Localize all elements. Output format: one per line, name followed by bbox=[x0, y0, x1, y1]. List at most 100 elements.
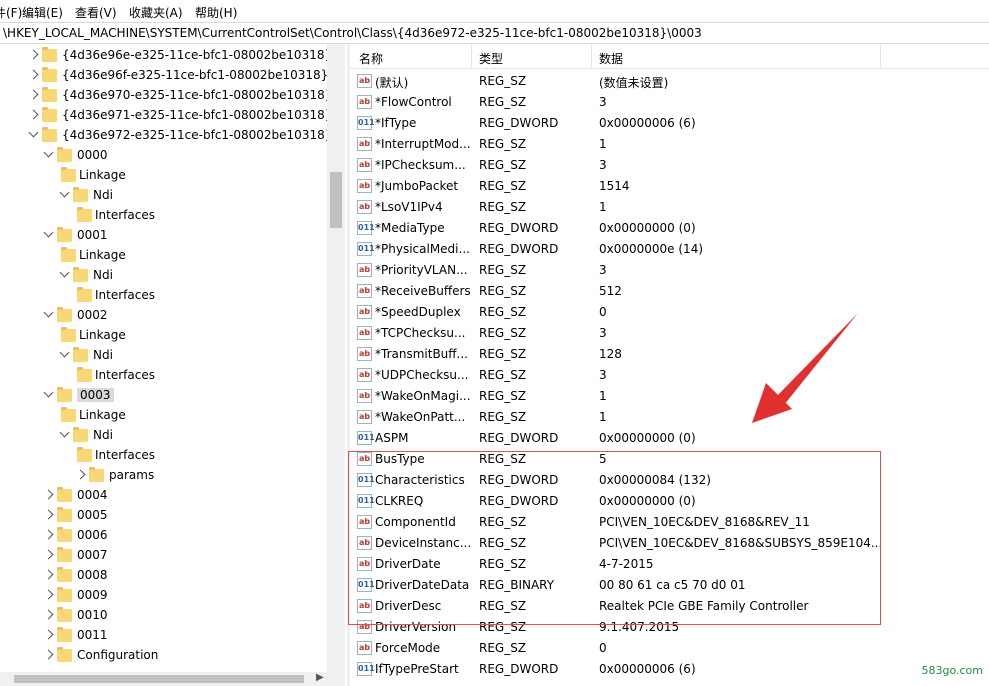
tree-node-label: 0007 bbox=[77, 548, 108, 562]
value-row[interactable]: ab *InterruptMod... REG_SZ 1 bbox=[350, 134, 989, 155]
value-row[interactable]: ab *PriorityVLAN... REG_SZ 3 bbox=[350, 260, 989, 281]
menu-help[interactable]: 帮助(H) bbox=[195, 4, 237, 21]
chevron-down-icon[interactable] bbox=[43, 227, 54, 238]
value-row[interactable]: ab *JumboPacket REG_SZ 1514 bbox=[350, 176, 989, 197]
value-row[interactable]: 011 *PhysicalMedi... REG_DWORD 0x0000000e (… bbox=[350, 239, 989, 260]
chevron-down-icon[interactable] bbox=[59, 187, 70, 198]
chevron-right-icon[interactable] bbox=[43, 549, 54, 560]
folder-icon bbox=[57, 567, 72, 582]
chevron-right-icon[interactable] bbox=[43, 629, 54, 640]
string-value-icon: ab bbox=[357, 305, 372, 319]
value-type: REG_SZ bbox=[479, 641, 527, 655]
menu-view[interactable]: 查看(V) bbox=[75, 4, 117, 21]
value-row[interactable]: 011 CLKREQ REG_DWORD 0x00000000 (0) bbox=[350, 491, 989, 512]
string-value-icon: ab bbox=[357, 179, 372, 193]
chevron-down-icon[interactable] bbox=[59, 427, 70, 438]
folder-icon bbox=[57, 307, 72, 322]
value-row[interactable]: ab *TCPChecksu... REG_SZ 3 bbox=[350, 323, 989, 344]
value-row[interactable]: ab *LsoV1IPv4 REG_SZ 1 bbox=[350, 197, 989, 218]
chevron-right-icon[interactable] bbox=[28, 69, 39, 80]
values-list: 名称 类型 数据 ab (默认) REG_SZ (数值未设置) ab *FlowContr… bbox=[350, 44, 989, 686]
scrollbar-thumb[interactable] bbox=[14, 675, 304, 683]
value-data: PCI\VEN_10EC&DEV_8168&SUBSYS_859E104... bbox=[599, 536, 883, 550]
folder-icon bbox=[42, 127, 57, 142]
chevron-right-icon[interactable] bbox=[43, 649, 54, 660]
value-name: *MediaType bbox=[375, 221, 445, 235]
value-row[interactable]: ab *FlowControl REG_SZ 3 bbox=[350, 92, 989, 113]
value-type: REG_SZ bbox=[479, 200, 527, 214]
chevron-right-icon[interactable] bbox=[43, 589, 54, 600]
value-row[interactable]: ab *ReceiveBuffers REG_SZ 512 bbox=[350, 281, 989, 302]
value-row[interactable]: ab *IPChecksum... REG_SZ 3 bbox=[350, 155, 989, 176]
value-row[interactable]: ab *WakeOnPatt... REG_SZ 1 bbox=[350, 407, 989, 428]
value-row[interactable]: ab DriverDate REG_SZ 4-7-2015 bbox=[350, 554, 989, 575]
menu-favorites[interactable]: 收藏夹(A) bbox=[129, 4, 183, 21]
string-value-icon: ab bbox=[357, 200, 372, 214]
chevron-right-icon[interactable] bbox=[28, 49, 39, 60]
chevron-down-icon[interactable] bbox=[43, 307, 54, 318]
value-row[interactable]: ab *UDPChecksu... REG_SZ 3 bbox=[350, 365, 989, 386]
address-bar[interactable]: \HKEY_LOCAL_MACHINE\SYSTEM\CurrentContro… bbox=[0, 22, 989, 44]
value-row[interactable]: ab *SpeedDuplex REG_SZ 0 bbox=[350, 302, 989, 323]
chevron-down-icon[interactable] bbox=[59, 267, 70, 278]
tree-node-label: {4d36e96f-e325-11ce-bfc1-08002be10318} bbox=[62, 68, 329, 82]
scrollbar-thumb[interactable] bbox=[330, 172, 342, 228]
value-data: 1 bbox=[599, 200, 607, 214]
menu-file[interactable]: 件(F) bbox=[0, 4, 22, 21]
chevron-right-icon[interactable] bbox=[43, 569, 54, 580]
value-row[interactable]: ab (默认) REG_SZ (数值未设置) bbox=[350, 71, 989, 92]
tree-node-label: {4d36e970-e325-11ce-bfc1-08002be10318} bbox=[62, 88, 333, 102]
value-row[interactable]: 011 *MediaType REG_DWORD 0x00000000 (0) bbox=[350, 218, 989, 239]
string-value-icon: ab bbox=[357, 368, 372, 382]
tree-node-label: Ndi bbox=[93, 268, 113, 282]
value-type: REG_SZ bbox=[479, 95, 527, 109]
value-row[interactable]: 011 IfTypePreStart REG_DWORD 0x00000006 (6) bbox=[350, 659, 989, 680]
value-row[interactable]: ab BusType REG_SZ 5 bbox=[350, 449, 989, 470]
folder-icon bbox=[57, 487, 72, 502]
value-type: REG_SZ bbox=[479, 74, 527, 88]
value-row[interactable]: 011 *IfType REG_DWORD 0x00000006 (6) bbox=[350, 113, 989, 134]
value-row[interactable]: ab *TransmitBuff... REG_SZ 128 bbox=[350, 344, 989, 365]
chevron-right-icon[interactable] bbox=[43, 529, 54, 540]
value-data: (数值未设置) bbox=[599, 76, 669, 90]
chevron-right-icon[interactable] bbox=[28, 89, 39, 100]
tree-horizontal-scrollbar[interactable]: ▶ bbox=[0, 672, 345, 686]
menu-edit[interactable]: 编辑(E) bbox=[22, 4, 63, 21]
scroll-right-icon[interactable]: ▶ bbox=[316, 672, 324, 683]
tree-vertical-scrollbar[interactable] bbox=[327, 44, 345, 674]
folder-icon bbox=[61, 407, 76, 422]
chevron-down-icon[interactable] bbox=[43, 147, 54, 158]
folder-icon bbox=[42, 107, 57, 122]
chevron-right-icon[interactable] bbox=[28, 109, 39, 120]
value-row[interactable]: 011 DriverDateData REG_BINARY 00 80 61 ca c… bbox=[350, 575, 989, 596]
value-row[interactable]: 011 ASPM REG_DWORD 0x00000000 (0) bbox=[350, 428, 989, 449]
string-value-icon: ab bbox=[357, 326, 372, 340]
tree-node-label: params bbox=[109, 468, 155, 482]
chevron-right-icon[interactable] bbox=[43, 489, 54, 500]
chevron-down-icon[interactable] bbox=[59, 347, 70, 358]
chevron-down-icon[interactable] bbox=[28, 127, 39, 138]
value-row[interactable]: ab DeviceInstanc... REG_SZ PCI\VEN_10EC&DEV… bbox=[350, 533, 989, 554]
column-name-header[interactable]: 名称 bbox=[359, 50, 383, 67]
chevron-down-icon[interactable] bbox=[43, 387, 54, 398]
value-row[interactable]: ab ComponentId REG_SZ PCI\VEN_10EC&DEV_8168… bbox=[350, 512, 989, 533]
chevron-right-icon[interactable] bbox=[75, 469, 86, 480]
value-row[interactable]: ab DriverDesc REG_SZ Realtek PCIe GBE Famil… bbox=[350, 596, 989, 617]
column-type-header[interactable]: 类型 bbox=[479, 50, 503, 67]
folder-icon bbox=[57, 647, 72, 662]
value-data: 3 bbox=[599, 263, 607, 277]
value-name: DriverDateData bbox=[375, 578, 470, 592]
value-type: REG_DWORD bbox=[479, 431, 559, 445]
value-row[interactable]: ab ForceMode REG_SZ 0 bbox=[350, 638, 989, 659]
value-name: *FlowControl bbox=[375, 95, 452, 109]
value-name: DriverVersion bbox=[375, 620, 457, 634]
value-name: DeviceInstanc... bbox=[375, 536, 471, 550]
chevron-right-icon[interactable] bbox=[43, 609, 54, 620]
column-data-header[interactable]: 数据 bbox=[599, 50, 623, 67]
value-type: REG_SZ bbox=[479, 620, 527, 634]
tree-node-label: Ndi bbox=[93, 188, 113, 202]
chevron-right-icon[interactable] bbox=[43, 509, 54, 520]
value-row[interactable]: ab DriverVersion REG_SZ 9.1.407.2015 bbox=[350, 617, 989, 638]
value-row[interactable]: ab *WakeOnMagi... REG_SZ 1 bbox=[350, 386, 989, 407]
value-row[interactable]: 011 Characteristics REG_DWORD 0x00000084 (1… bbox=[350, 470, 989, 491]
